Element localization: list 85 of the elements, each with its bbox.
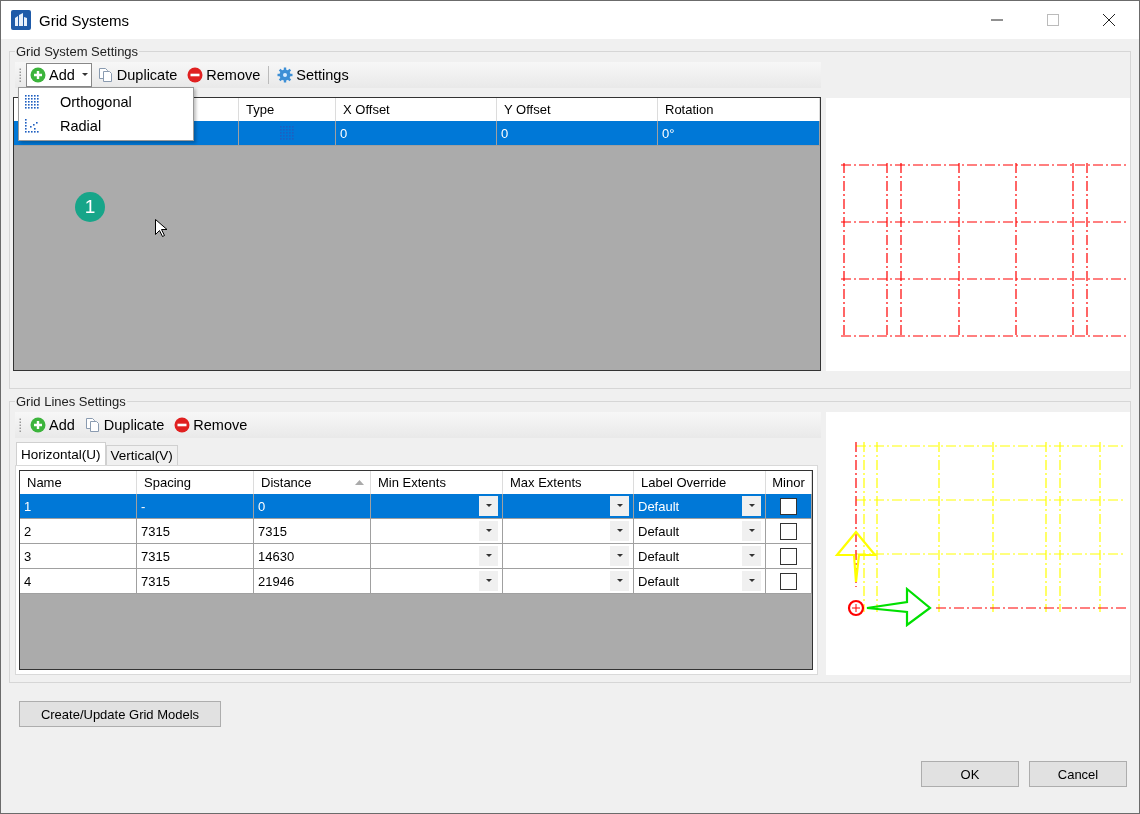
table-cell: 0 (258, 498, 266, 514)
dropdown-value[interactable]: Default (638, 548, 742, 564)
table-row[interactable]: 3 7315 14630 Default (20, 544, 812, 569)
toolbar-button[interactable]: Duplicate (93, 63, 182, 87)
dropdown-button[interactable] (742, 496, 761, 516)
dialog-button[interactable]: OK (921, 761, 1019, 787)
remove-icon (174, 417, 191, 433)
toolbar-button[interactable]: Remove (183, 63, 265, 87)
dialog-button[interactable]: Cancel (1029, 761, 1127, 787)
checkbox[interactable] (780, 522, 797, 540)
grip-icon (19, 68, 22, 82)
table-row[interactable]: 1 - 0 Default (20, 494, 812, 519)
table-row[interactable]: 4 7315 21946 Default (20, 569, 812, 594)
duplicate-icon (84, 417, 101, 433)
table-cell: 7315 (141, 573, 170, 589)
toolbar-button[interactable]: Add (26, 413, 79, 437)
table-cell: 0 (501, 125, 509, 141)
dropdown-button[interactable] (479, 571, 498, 591)
caret-icon (616, 579, 623, 583)
remove-icon (187, 67, 204, 83)
dotted-grid-icon (279, 125, 295, 141)
table-cell: 0 (340, 125, 348, 141)
caret-icon (616, 529, 623, 533)
table-cell: 2 (24, 523, 32, 539)
checkbox[interactable] (780, 547, 797, 565)
maximize-icon[interactable] (1047, 14, 1059, 26)
table-cell: 7315 (258, 523, 287, 539)
create-update-button[interactable]: Create/Update Grid Models (19, 701, 221, 727)
duplicate-icon (97, 67, 114, 83)
toolbar-button[interactable]: Remove (170, 413, 252, 437)
mouse-cursor-icon (155, 219, 167, 238)
dotted-grid-icon (24, 94, 40, 110)
radial-grid-icon (24, 118, 40, 134)
dropdown-button[interactable] (610, 546, 629, 566)
window-title: Grid Systems (39, 11, 129, 29)
add-icon (30, 67, 46, 83)
checkbox[interactable] (780, 572, 797, 590)
add-icon (30, 417, 46, 433)
table-cell: 7315 (141, 523, 170, 539)
table-cell: - (141, 498, 146, 514)
toolbar-button[interactable]: Duplicate (80, 413, 169, 437)
checkbox[interactable] (780, 497, 797, 515)
toolbar-button[interactable]: Add (26, 63, 92, 87)
close-icon[interactable] (1103, 14, 1115, 26)
table-cell: 1 (24, 498, 32, 514)
table-cell: 4 (24, 573, 32, 589)
table-cell: 0° (662, 125, 675, 141)
dropdown-button[interactable] (610, 496, 629, 516)
menu-item[interactable]: Orthogonal (19, 90, 193, 114)
table-cell: 21946 (258, 573, 295, 589)
caret-icon (748, 554, 755, 558)
caret-icon (485, 554, 492, 558)
caret-icon (748, 504, 755, 508)
dropdown-value[interactable]: Default (638, 573, 742, 589)
dropdown-button[interactable] (742, 521, 761, 541)
dropdown-button[interactable] (479, 496, 498, 516)
dropdown-button[interactable] (742, 571, 761, 591)
caret-icon (485, 529, 492, 533)
settings-icon (277, 67, 294, 83)
dropdown-value[interactable]: Default (638, 498, 742, 514)
grip-icon (19, 418, 22, 432)
sort-arrow-icon (355, 480, 364, 485)
caret-icon (485, 504, 492, 508)
caret-icon (616, 554, 623, 558)
caret-icon (616, 504, 623, 508)
toolbar-button[interactable]: Settings (273, 63, 353, 87)
dropdown-button[interactable] (742, 546, 761, 566)
table-cell: 3 (24, 548, 32, 564)
dropdown-value[interactable]: Default (638, 523, 742, 539)
caret-icon (81, 73, 88, 77)
group-title: Grid System Settings (15, 44, 140, 59)
table-cell: 7315 (141, 548, 170, 564)
tab[interactable]: Horizontal(U) (16, 442, 106, 465)
app-icon (11, 10, 31, 30)
dropdown-button[interactable] (479, 521, 498, 541)
dropdown-button[interactable] (610, 521, 629, 541)
group-title: Grid Lines Settings (15, 394, 127, 409)
dropdown-button[interactable] (479, 546, 498, 566)
caret-icon (748, 579, 755, 583)
table-row[interactable]: 2 7315 7315 Default (20, 519, 812, 544)
caret-icon (485, 579, 492, 583)
dropdown-button[interactable] (610, 571, 629, 591)
tab[interactable]: Vertical(V) (105, 445, 178, 465)
caret-icon (748, 529, 755, 533)
table-cell: 14630 (258, 548, 295, 564)
